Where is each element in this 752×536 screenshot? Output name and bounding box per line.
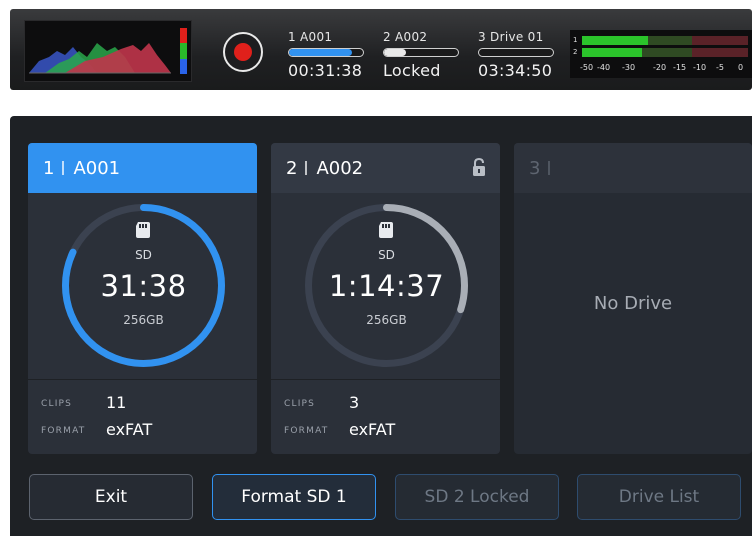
format-button[interactable]: Format SD 1 (212, 474, 376, 520)
clips-count: 3 (349, 393, 360, 412)
slot-card-title: 2 A002 (286, 158, 364, 179)
meter-tick: 0 (738, 63, 744, 72)
slot-1-capacity-bar (288, 48, 364, 57)
slot-2-status[interactable]: 2 A002 Locked (383, 30, 469, 80)
slot-card-title: 1 A001 (43, 158, 121, 179)
slot-card-header: 2 A002 (271, 143, 500, 193)
time-remaining: 1:14:37 (328, 269, 445, 303)
no-drive-message: No Drive (593, 293, 673, 314)
meter-scale: -50 -40 -30 -20 -15 -10 -5 0 (580, 63, 750, 73)
clips-label: CLIPS (41, 399, 73, 409)
format-value: exFAT (349, 420, 396, 439)
slot-1-remaining: 00:31:38 (288, 61, 363, 80)
media-type: SD (378, 248, 395, 262)
format-label: FORMAT (41, 426, 86, 436)
blue-level (180, 58, 187, 74)
slot-3-label: 3 Drive 01 (478, 30, 544, 44)
slot-2-capacity-fill (384, 49, 407, 56)
meter-tick: -50 (580, 63, 594, 72)
meter-channel-1: 1 (573, 36, 578, 44)
record-button[interactable] (223, 32, 263, 72)
slot-2-status-text: Locked (383, 61, 441, 80)
meter-tick: -40 (597, 63, 611, 72)
audio-meters[interactable]: 1 2 -50 -40 -30 -20 -15 -10 -5 0 (570, 30, 752, 78)
locked-button[interactable]: SD 2 Locked (395, 474, 559, 520)
capacity-ring: SD 31:38 256GB (56, 198, 231, 373)
slot-1-label: 1 A001 (288, 30, 333, 44)
slot-1-capacity-fill (289, 49, 352, 56)
slot-card-title: 3 (529, 158, 559, 179)
sd-card-icon (379, 222, 393, 238)
slot-card-3[interactable]: 3 No Drive (514, 143, 752, 454)
meter-tick: -10 (693, 63, 707, 72)
slot-3-status[interactable]: 3 Drive 01 03:34:50 (478, 30, 564, 80)
meter-bar-1 (582, 36, 748, 45)
time-remaining: 31:38 (100, 269, 187, 303)
meter-tick: -15 (673, 63, 687, 72)
drive-list-button[interactable]: Drive List (577, 474, 741, 520)
clips-label: CLIPS (284, 399, 316, 409)
slot-2-label: 2 A002 (383, 30, 428, 44)
unlock-icon (473, 158, 485, 176)
meter-tick: -30 (622, 63, 636, 72)
histogram-graph (29, 43, 171, 74)
exit-button[interactable]: Exit (29, 474, 193, 520)
media-capacity: 256GB (123, 313, 164, 327)
meter-bar-2 (582, 48, 748, 57)
slot-3-capacity-bar (478, 48, 554, 57)
format-value: exFAT (106, 420, 153, 439)
slot-3-remaining: 03:34:50 (478, 61, 553, 80)
slot-card-header: 3 (514, 143, 752, 193)
green-level (180, 43, 187, 59)
record-icon (234, 43, 252, 61)
clips-count: 11 (106, 393, 127, 412)
meter-tick: -20 (653, 63, 667, 72)
meter-channel-2: 2 (573, 48, 578, 56)
format-label: FORMAT (284, 426, 329, 436)
rgb-indicator (180, 28, 187, 74)
slot-card-header: 1 A001 (28, 143, 257, 193)
histogram (24, 20, 192, 82)
capacity-ring: SD 1:14:37 256GB (299, 198, 474, 373)
media-capacity: 256GB (366, 313, 407, 327)
meter-tick: -5 (716, 63, 724, 72)
storage-panel: 1 A001 SD 31:38 256GB CLIPS 11 FORMAT exF… (10, 116, 752, 536)
slot-card-2[interactable]: 2 A002 SD 1:14:37 256GB CLIPS 3 FORMAT e… (271, 143, 500, 454)
slot-1-status[interactable]: 1 A001 00:31:38 (288, 30, 374, 80)
red-level (180, 28, 187, 44)
slot-card-1[interactable]: 1 A001 SD 31:38 256GB CLIPS 11 FORMAT exF… (28, 143, 257, 454)
media-type: SD (135, 248, 152, 262)
slot-2-capacity-bar (383, 48, 459, 57)
sd-card-icon (136, 222, 150, 238)
